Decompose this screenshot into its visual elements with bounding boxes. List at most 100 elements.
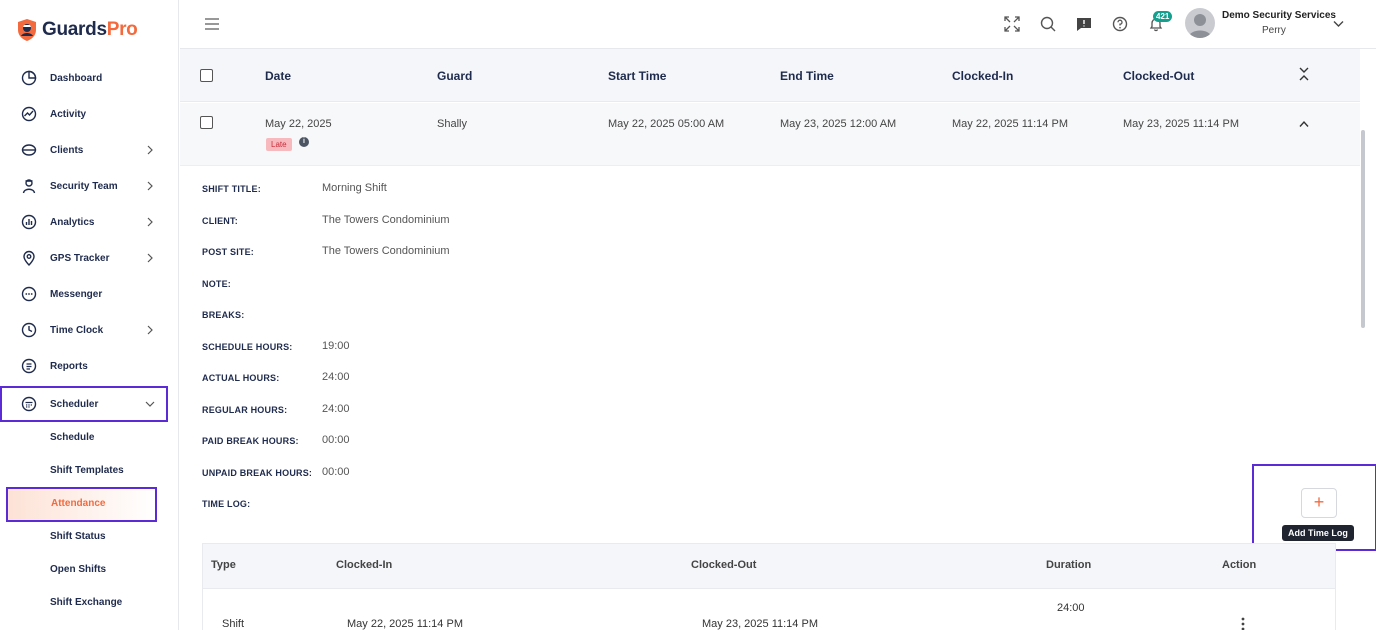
row-date: May 22, 2025	[265, 118, 332, 130]
detail-value-post-site: The Towers Condominium	[322, 245, 450, 257]
top-header: 421 Demo Security Services Perry	[180, 0, 1376, 49]
detail-label-actual-hours: ACTUAL HOURS:	[202, 373, 280, 383]
detail-value-unpaid-break-hours: 00:00	[322, 466, 350, 478]
sidebar-item-label: GPS Tracker	[50, 252, 110, 264]
status-badge: Late	[266, 138, 292, 151]
security-team-icon	[22, 179, 36, 194]
chevron-right-icon	[147, 217, 153, 227]
sidebar-subitem-attendance[interactable]: Attendance	[6, 487, 157, 522]
search-icon[interactable]	[1040, 16, 1056, 32]
attendance-table-header: Date Guard Start Time End Time Clocked-I…	[180, 49, 1360, 102]
row-clocked-in: May 22, 2025 11:14 PM	[952, 118, 1068, 130]
row-clocked-out: May 23, 2025 11:14 PM	[1123, 118, 1239, 130]
column-header-clocked-out[interactable]: Clocked-Out	[1123, 69, 1194, 83]
column-header-end-time[interactable]: End Time	[780, 69, 834, 83]
sidebar-subitem-shift-status[interactable]: Shift Status	[50, 531, 106, 542]
sidebar-item-messenger[interactable]: Messenger	[0, 276, 179, 312]
row-start-time: May 22, 2025 05:00 AM	[608, 118, 725, 130]
sidebar-subitem-shift-templates[interactable]: Shift Templates	[50, 465, 124, 476]
sidebar-item-scheduler[interactable]: Scheduler	[0, 386, 168, 422]
sidebar-item-label: Dashboard	[50, 72, 103, 84]
activity-icon	[21, 106, 37, 122]
sidebar-item-gps-tracker[interactable]: GPS Tracker	[0, 240, 179, 276]
sidebar-item-analytics[interactable]: Analytics	[0, 204, 179, 240]
detail-label-time-log: TIME LOG:	[202, 499, 251, 509]
time-log-clocked-in: May 22, 2025 11:14 PM	[347, 618, 463, 630]
feedback-icon[interactable]	[1076, 16, 1092, 32]
user-avatar-icon	[1188, 14, 1212, 38]
row-guard[interactable]: Shally	[437, 118, 467, 130]
clock-icon	[21, 322, 37, 338]
time-log-type: Shift	[222, 618, 245, 630]
sidebar-item-label: Analytics	[50, 216, 95, 228]
time-log-column-duration: Duration	[1046, 559, 1092, 571]
location-pin-icon	[23, 250, 35, 266]
user-name: Perry	[1262, 25, 1286, 36]
sidebar-item-label: Time Clock	[50, 324, 104, 336]
chevron-down-icon[interactable]	[1333, 18, 1344, 29]
help-icon[interactable]	[1112, 16, 1128, 32]
sidebar-item-dashboard[interactable]: Dashboard	[0, 60, 179, 96]
detail-value-schedule-hours: 19:00	[322, 340, 350, 352]
detail-value-regular-hours: 24:00	[322, 403, 350, 415]
sidebar-subitem-label: Attendance	[51, 498, 106, 509]
sidebar-subitem-shift-exchange[interactable]: Shift Exchange	[50, 597, 122, 608]
sidebar-item-activity[interactable]: Activity	[0, 96, 179, 132]
chat-icon	[21, 286, 37, 302]
notification-count-badge: 421	[1153, 11, 1173, 22]
detail-label-client: CLIENT:	[202, 216, 238, 226]
guardspro-logo[interactable]: GuardsPro	[16, 18, 138, 42]
sidebar-item-clients[interactable]: Clients	[0, 132, 179, 168]
detail-label-shift-title: SHIFT TITLE:	[202, 184, 261, 194]
collapse-all-icon[interactable]	[1299, 67, 1309, 81]
sidebar: GuardsPro Dashboard Activity Clients Sec…	[0, 0, 179, 630]
add-time-log-button[interactable]: +	[1301, 488, 1337, 518]
sidebar-item-time-clock[interactable]: Time Clock	[0, 312, 179, 348]
time-log-clocked-out: May 23, 2025 11:14 PM	[702, 618, 818, 630]
more-actions-icon[interactable]	[1241, 617, 1245, 630]
sidebar-item-label: Scheduler	[50, 398, 99, 410]
chevron-right-icon	[147, 253, 153, 263]
chevron-up-icon[interactable]	[1299, 120, 1309, 128]
avatar[interactable]	[1185, 8, 1215, 38]
calendar-icon	[21, 396, 37, 412]
sidebar-subitem-open-shifts[interactable]: Open Shifts	[50, 564, 106, 575]
time-log-column-clocked-in: Clocked-In	[336, 559, 393, 571]
chevron-right-icon	[147, 145, 153, 155]
sidebar-item-security-team[interactable]: Security Team	[0, 168, 179, 204]
reports-icon	[21, 358, 37, 374]
company-name: Demo Security Services	[1222, 10, 1336, 21]
detail-value-paid-break-hours: 00:00	[322, 434, 350, 446]
info-icon[interactable]: i	[299, 137, 309, 147]
clients-icon	[21, 144, 37, 156]
sidebar-item-label: Reports	[50, 360, 88, 372]
column-header-start-time[interactable]: Start Time	[608, 69, 666, 83]
brand-name-part2: Pro	[106, 19, 138, 40]
add-time-log-tooltip: Add Time Log	[1282, 525, 1354, 541]
detail-value-actual-hours: 24:00	[322, 371, 350, 383]
shield-logo-icon	[18, 19, 36, 41]
sidebar-subitem-schedule[interactable]: Schedule	[50, 432, 94, 443]
sidebar-item-label: Security Team	[50, 180, 118, 192]
fullscreen-icon[interactable]	[1004, 16, 1020, 32]
vertical-scrollbar[interactable]	[1361, 130, 1365, 328]
detail-label-paid-break-hours: PAID BREAK HOURS:	[202, 436, 299, 446]
analytics-icon	[21, 214, 37, 230]
table-row[interactable]: May 22, 2025 Late i Shally May 22, 2025 …	[180, 103, 1360, 166]
column-header-guard[interactable]: Guard	[437, 69, 472, 83]
column-header-clocked-in[interactable]: Clocked-In	[952, 69, 1013, 83]
row-checkbox[interactable]	[200, 116, 213, 129]
detail-label-note: NOTE:	[202, 279, 231, 289]
sidebar-item-reports[interactable]: Reports	[0, 348, 179, 384]
select-all-checkbox[interactable]	[200, 69, 213, 82]
chevron-down-icon	[145, 401, 155, 407]
column-header-date[interactable]: Date	[265, 69, 291, 83]
sidebar-item-label: Messenger	[50, 288, 103, 300]
time-log-row: Shift May 22, 2025 11:14 PM May 23, 2025…	[202, 589, 1336, 630]
time-log-duration: 24:00	[1057, 602, 1085, 614]
sidebar-item-label: Activity	[50, 108, 87, 120]
detail-label-breaks: BREAKS:	[202, 310, 245, 320]
row-end-time: May 23, 2025 12:00 AM	[780, 118, 897, 130]
sidebar-item-label: Clients	[50, 144, 84, 156]
hamburger-menu-icon[interactable]	[205, 18, 219, 30]
